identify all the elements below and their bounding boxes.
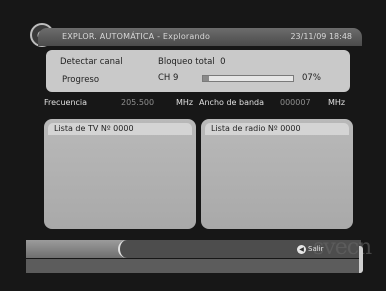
tv-list-header: Lista de TV Nº 0000	[48, 123, 192, 135]
tv-screen: ◐ EXPLOR. AUTOMÁTICA - Explorando 23/11/…	[0, 0, 386, 291]
frequency-unit: MHz	[176, 98, 194, 107]
frequency-value: 205.500	[121, 98, 155, 107]
scan-progress-bar	[202, 75, 294, 82]
lower-bar-edge	[359, 246, 363, 273]
scan-status-panel: Detectar canal Bloqueo total 0 Progreso …	[46, 50, 350, 92]
exit-button-icon: ◀	[297, 245, 306, 254]
lock-value: 0	[220, 57, 226, 67]
exit-button[interactable]: ◀ Salir	[297, 244, 324, 255]
lock-label-text: Bloqueo total	[158, 57, 215, 67]
exit-label: Salir	[308, 245, 324, 253]
channel-value: CH 9	[158, 73, 179, 83]
title-bar: EXPLOR. AUTOMÁTICA - Explorando 23/11/09…	[38, 28, 362, 46]
radio-list-header: Lista de radio Nº 0000	[205, 123, 349, 135]
datetime: 23/11/09 18:48	[290, 32, 352, 41]
tv-list-panel: Lista de TV Nº 0000	[44, 119, 196, 229]
total-lock-label: Bloqueo total 0	[158, 57, 226, 67]
scan-progress-fill	[203, 76, 210, 81]
detect-channel-label: Detectar canal	[60, 57, 123, 67]
bandwidth-value: 000007	[280, 98, 311, 107]
lower-bar	[26, 259, 361, 273]
page-title: EXPLOR. AUTOMÁTICA - Explorando	[62, 32, 211, 41]
bandwidth-label: Ancho de banda	[199, 98, 265, 107]
frequency-label: Frecuencia	[44, 98, 88, 107]
progress-label: Progreso	[62, 75, 100, 85]
radio-list-panel: Lista de radio Nº 0000	[201, 119, 353, 229]
progress-percent: 07%	[302, 73, 321, 83]
bandwidth-unit: MHz	[328, 98, 346, 107]
